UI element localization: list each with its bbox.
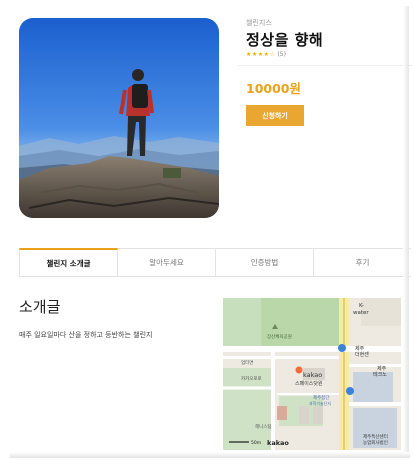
detail-tabs: 챌린지 소개글 알아두세요 인증방법 후기: [19, 248, 411, 277]
map-scale: 50m: [251, 440, 261, 446]
map-label-kwater: K-: [359, 303, 364, 309]
map-label-kakao: kakao: [303, 371, 322, 379]
tab-notice[interactable]: 알아두세요: [118, 249, 216, 276]
svg-text:농업회사법인: 농업회사법인: [363, 439, 388, 446]
svg-text:제주: 제주: [377, 365, 387, 372]
page-shadow-right: [403, 6, 409, 454]
tab-reviews[interactable]: 후기: [314, 249, 411, 276]
svg-text:water: water: [353, 310, 369, 316]
rating-stars: ★★★★☆: [246, 51, 276, 58]
page-shadow-bottom: [10, 452, 410, 458]
map-label-science-park: 제주첨단: [313, 394, 330, 401]
intro-heading: 소개글: [19, 298, 61, 316]
svg-text:과학기술단지: 과학기술단지: [309, 400, 331, 406]
intro-text: 매주 일요일마다 산을 정하고 등반하는 챌린지: [19, 331, 153, 339]
product-price: 10000원: [246, 81, 301, 96]
tab-intro[interactable]: 챌린지 소개글: [19, 248, 118, 276]
rating-count: (5): [277, 51, 286, 58]
map-label-road: 카카오로로: [241, 375, 262, 382]
map-label-pension: 제주: [355, 345, 365, 352]
map-label-park: 장산체육공원: [267, 333, 292, 340]
product-rating: ★★★★☆ (5): [246, 51, 286, 58]
location-map[interactable]: K- water 장산체육공원 업터면 카카오로로 kakao 스페이스닷원 제…: [223, 298, 401, 450]
product-category: 챌린지스: [246, 19, 272, 27]
hiker-photo: [19, 18, 219, 218]
tab-verification[interactable]: 인증방법: [216, 249, 314, 276]
apply-button[interactable]: 신청하기: [246, 105, 304, 126]
svg-text:업터면: 업터면: [241, 359, 253, 366]
map-label-health: 헤니스팀: [255, 423, 272, 430]
svg-text:더현센: 더현센: [355, 351, 369, 358]
product-title: 정상을 향해: [246, 31, 324, 49]
product-photo: [19, 18, 219, 218]
svg-text:스페이스닷원: 스페이스닷원: [295, 380, 323, 387]
svg-text:테크노: 테크노: [373, 371, 387, 378]
product-page: 챌린지스 정상을 향해 ★★★★☆ (5) 10000원 신청하기 챌린지 소개글…: [0, 0, 413, 460]
map-logo: kakao: [267, 439, 289, 447]
map-label-center: 제주특산센터: [363, 433, 388, 440]
info-divider: [238, 65, 413, 66]
